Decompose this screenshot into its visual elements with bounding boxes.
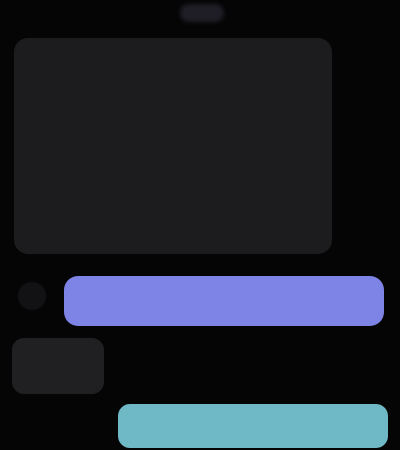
- chat-screen: [0, 0, 400, 450]
- message-line: [30, 217, 316, 231]
- message-line: [30, 102, 316, 116]
- message-line: [30, 194, 316, 208]
- message-line: [30, 240, 316, 254]
- avatar: [18, 282, 46, 310]
- message-line: [30, 148, 316, 162]
- message-line: [30, 171, 316, 185]
- message-card: [14, 38, 332, 254]
- status-indicator: [180, 4, 224, 22]
- message-line: [30, 79, 316, 93]
- message-line: [30, 56, 316, 70]
- primary-action-button[interactable]: [64, 276, 384, 326]
- message-line: [30, 125, 316, 139]
- secondary-action-button[interactable]: [118, 404, 388, 448]
- side-message-bubble: [12, 338, 104, 394]
